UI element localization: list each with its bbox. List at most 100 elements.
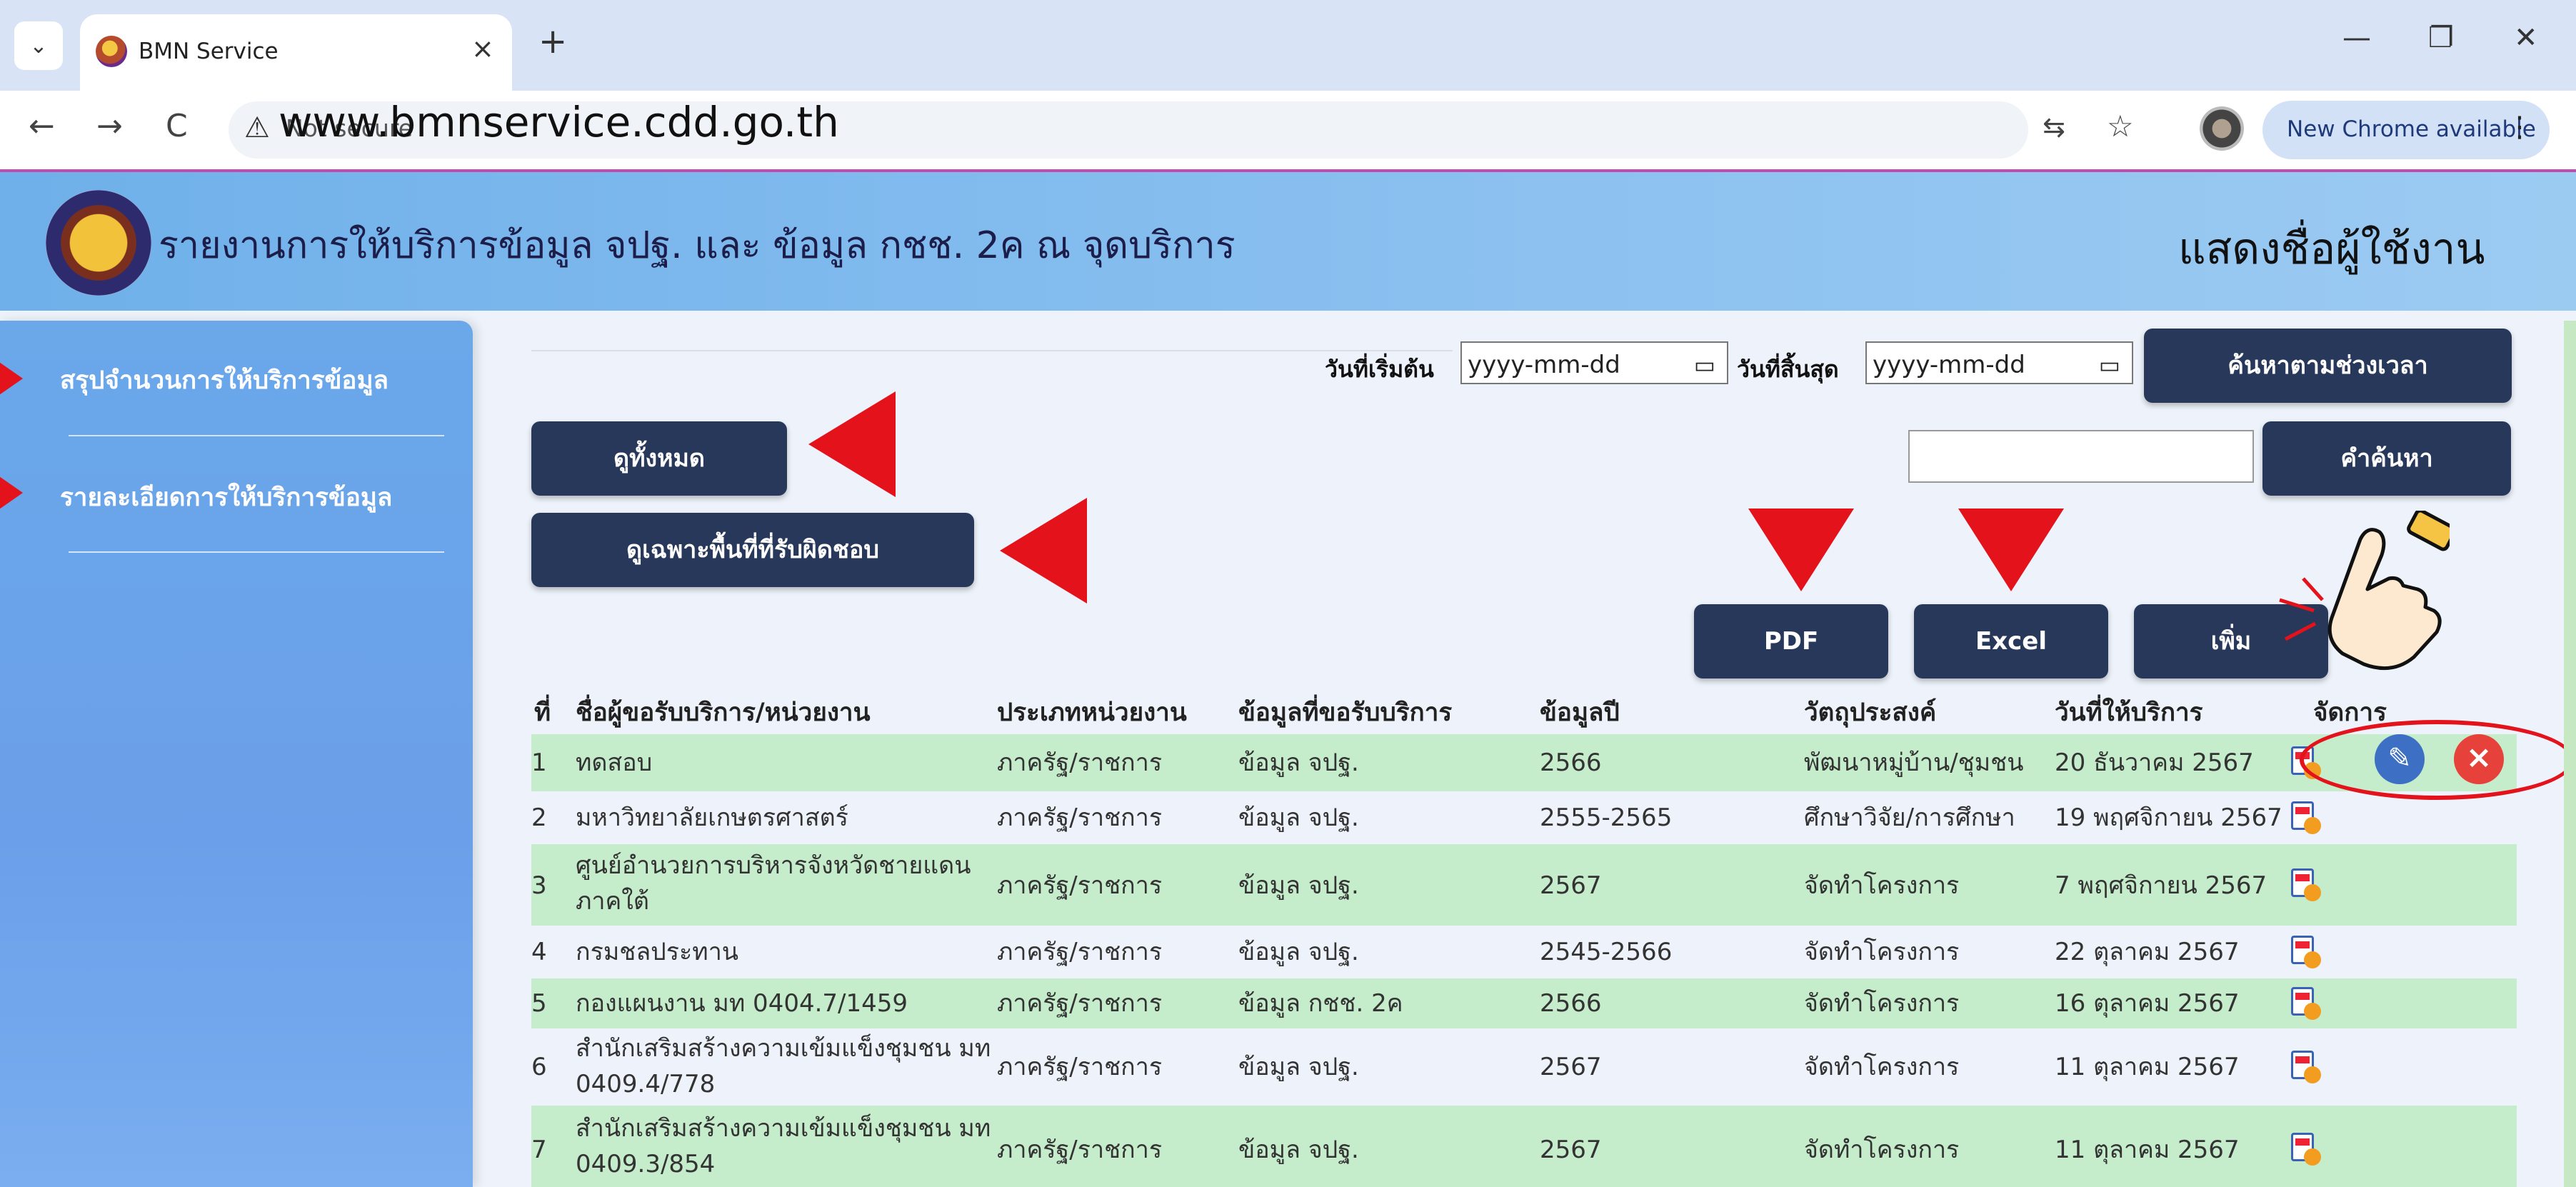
cell-year: 2567 [1540,1136,1602,1164]
cell-data: ข้อมูล จปฐ. [1238,871,1359,900]
col-header-type: ประเภทหน่วยงาน [997,698,1187,727]
profile-avatar[interactable] [2200,106,2244,151]
cell-year: 2555-2565 [1540,803,1673,832]
cell-date: 11 ตุลาคม 2567 [2055,1136,2240,1164]
annotation-arrow-down [1958,509,2064,591]
view-area-button[interactable]: ดูเฉพาะพื้นที่ที่รับผิดชอบ [531,513,974,587]
browser-tab-bar: ⌄ BMN Service × + — ❐ ✕ [0,0,2576,91]
view-report-icon[interactable] [2288,936,2321,968]
cell-purpose: พัฒนาหมู่บ้าน/ชุมชน [1804,748,2024,777]
cell-name: ศูนย์อำนวยการบริหารจังหวัดชายแดน [576,851,971,880]
cell-data: ข้อมูล จปฐ. [1238,938,1359,966]
back-button[interactable]: ← [29,108,55,144]
view-all-button[interactable]: ดูทั้งหมด [531,421,787,496]
tab-title: BMN Service [139,39,279,64]
tab-dropdown-button[interactable]: ⌄ [14,21,63,70]
cell-data: ข้อมูล จปฐ. [1238,803,1359,832]
table-row: 6 สำนักเสริมสร้างความเข้มแข็งชุมชน มท 04… [531,1028,2517,1106]
annotation-arrow-down [1748,509,1854,591]
start-date-placeholder: yyyy-mm-dd [1468,351,1620,379]
cell-year: 2567 [1540,871,1602,900]
cell-date: 20 ธันวาคม 2567 [2055,748,2254,777]
view-report-icon[interactable] [2288,1051,2321,1083]
reload-button[interactable]: C [166,108,188,144]
cell-date: 19 พฤศจิกายน 2567 [2055,803,2282,832]
annotation-circle [2300,720,2575,800]
annotation-arrow-left [0,343,23,414]
cell-data: ข้อมูล จปฐ. [1238,1053,1359,1081]
sidebar-item-summary[interactable]: สรุปจำนวนการให้บริการข้อมูล [60,361,389,400]
cell-year: 2566 [1540,989,1602,1018]
date-range-search-button[interactable]: ค้นหาตามช่วงเวลา [2144,329,2512,403]
cell-name-line2: ภาคใต้ [576,887,649,916]
cell-name: มหาวิทยาลัยเกษตรศาสตร์ [576,803,848,832]
cell-year: 2566 [1540,748,1602,777]
table-row: 1 ทดสอบ ภาครัฐ/ราชการ ข้อมูล จปฐ. 2566 พ… [531,734,2517,791]
table-row: 3 ศูนย์อำนวยการบริหารจังหวัดชายแดน ภาคใต… [531,844,2517,926]
annotation-arrow-left [808,391,896,497]
cell-type: ภาครัฐ/ราชการ [997,938,1163,966]
sidebar-divider [69,435,444,436]
chrome-update-button[interactable]: New Chrome available ⋮ [2262,101,2550,159]
tab-close-button[interactable]: × [471,33,494,64]
keyword-search-button[interactable]: คำค้นหา [2262,421,2511,496]
cell-purpose: จัดทำโครงการ [1804,989,1960,1018]
cell-name-line2: 0409.4/778 [576,1070,716,1098]
cell-date: 7 พฤศจิกายน 2567 [2055,871,2267,900]
sidebar-divider [69,551,444,553]
cell-no: 1 [531,748,547,777]
system-title: รายงานการให้บริการข้อมูล จปฐ. และ ข้อมูล… [159,224,1236,267]
cell-type: ภาครัฐ/ราชการ [997,1053,1163,1081]
site-favicon-icon [96,36,127,67]
cell-no: 3 [531,871,547,900]
cell-no: 5 [531,989,547,1018]
new-tab-button[interactable]: + [538,21,567,61]
view-report-icon[interactable] [2288,987,2321,1020]
cell-data: ข้อมูล จปฐ. [1238,748,1359,777]
address-bar[interactable]: ⚠ Not secure www.bmnservice.cdd.go.th ⇆ … [229,98,2134,159]
chrome-update-label: New Chrome available [2287,116,2536,142]
chrome-menu-icon[interactable]: ⋮ [2505,111,2534,144]
not-secure-icon[interactable]: ⚠ [244,111,270,144]
window-close-button[interactable]: ✕ [2514,21,2538,54]
end-date-input[interactable]: yyyy-mm-dd ▭ [1865,341,2133,384]
department-logo [46,190,151,296]
table-row: 2 มหาวิทยาลัยเกษตรศาสตร์ ภาครัฐ/ราชการ ข… [531,791,2517,844]
cell-date: 22 ตุลาคม 2567 [2055,938,2240,966]
cell-name: ทดสอบ [576,748,653,777]
start-date-input[interactable]: yyyy-mm-dd ▭ [1460,341,1728,384]
view-report-icon[interactable] [2288,801,2321,834]
export-pdf-button[interactable]: PDF [1694,604,1888,678]
translate-icon[interactable]: ⇆ [2043,111,2065,143]
col-header-year: ข้อมูลปี [1540,698,1620,727]
cell-no: 7 [531,1136,547,1164]
cell-purpose: จัดทำโครงการ [1804,1136,1960,1164]
restore-button[interactable]: ❐ [2428,21,2454,54]
col-header-no: ที่ [534,698,551,727]
minimize-button[interactable]: — [2342,21,2371,54]
page-edge [2564,321,2576,1187]
export-excel-button[interactable]: Excel [1914,604,2108,678]
app-header: รายงานการให้บริการข้อมูล จปฐ. และ ข้อมูล… [0,169,2576,311]
forward-button[interactable]: → [96,108,123,144]
cell-type: ภาครัฐ/ราชการ [997,871,1163,900]
col-header-purpose: วัตถุประสงค์ [1804,698,1937,727]
keyword-search-input[interactable] [1908,430,2254,483]
pointing-hand-icon [2279,511,2450,671]
sidebar-item-details[interactable]: รายละเอียดการให้บริการข้อมูล [60,478,392,517]
user-display-name[interactable]: แสดงชื่อผู้ใช้งาน [2178,215,2485,283]
col-header-date: วันที่ให้บริการ [2055,698,2203,727]
view-report-icon[interactable] [2288,868,2321,901]
cell-name: กองแผนงาน มท 0404.7/1459 [576,989,908,1018]
browser-tab[interactable]: BMN Service × [80,14,512,91]
table-row: 7 สำนักเสริมสร้างความเข้มแข็งชุมชน มท 04… [531,1106,2517,1187]
cell-name-line2: 0409.3/854 [576,1150,716,1178]
cell-purpose: จัดทำโครงการ [1804,938,1960,966]
table-row: 5 กองแผนงาน มท 0404.7/1459 ภาครัฐ/ราชการ… [531,978,2517,1028]
calendar-icon[interactable]: ▭ [2099,351,2120,379]
view-report-icon[interactable] [2288,1133,2321,1166]
cell-no: 6 [531,1053,547,1081]
calendar-icon[interactable]: ▭ [1694,351,1715,379]
bookmark-star-icon[interactable]: ☆ [2107,109,2134,144]
url-overlay-text: www.bmnservice.cdd.go.th [279,98,839,146]
